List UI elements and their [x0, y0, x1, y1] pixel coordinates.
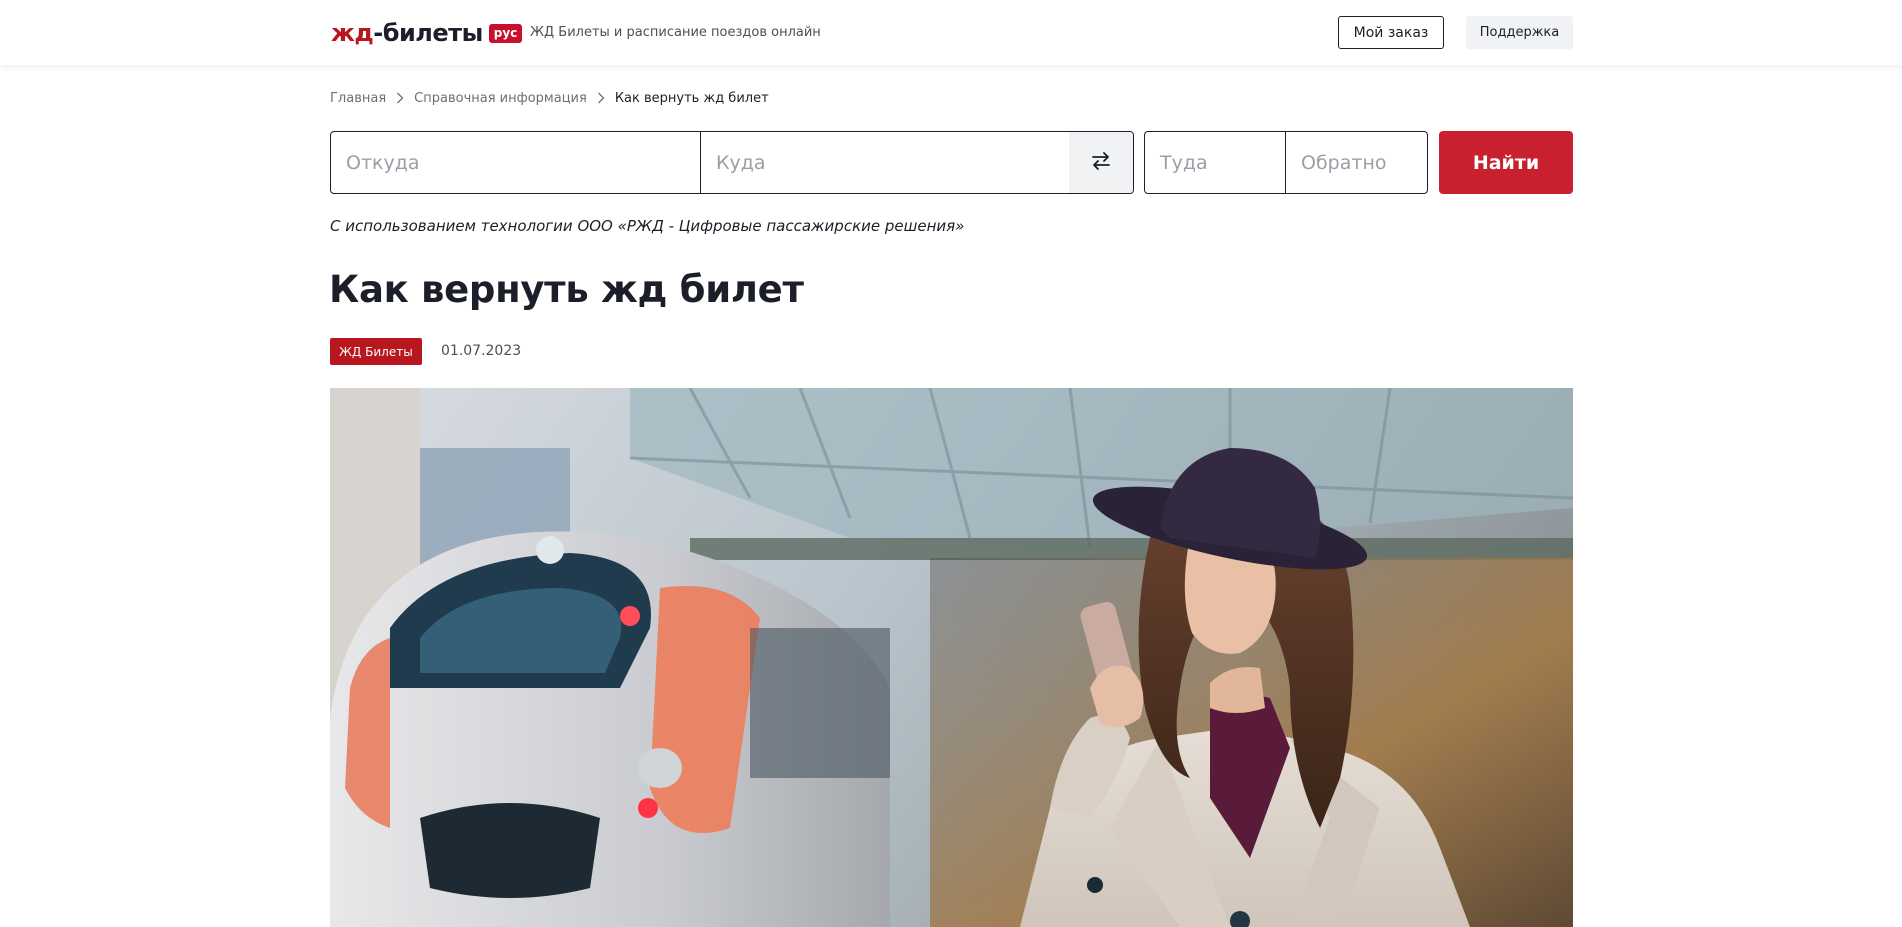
departure-date-input[interactable]: Туда	[1144, 131, 1286, 194]
site-logo[interactable]: жд -билеты рус	[331, 17, 523, 49]
logo-text-red: жд	[331, 19, 374, 47]
technology-note: С использованием технологии ООО «РЖД - Ц…	[330, 217, 965, 235]
chevron-right-icon	[386, 92, 414, 104]
breadcrumb: Главная Справочная информация Как вернут…	[330, 89, 769, 107]
site-header: жд -билеты рус ЖД Билеты и расписание по…	[0, 0, 1902, 65]
page-title: Как вернуть жд билет	[329, 268, 804, 311]
train-station-illustration	[330, 388, 1573, 927]
chevron-right-icon	[587, 92, 615, 104]
category-tag[interactable]: ЖД Билеты	[330, 338, 422, 365]
return-date-input[interactable]: Обратно	[1285, 131, 1428, 194]
breadcrumb-current: Как вернуть жд билет	[614, 90, 769, 106]
swap-arrows-icon	[1090, 150, 1112, 176]
find-button[interactable]: Найти	[1439, 131, 1573, 194]
support-button[interactable]: Поддержка	[1466, 16, 1573, 49]
publish-date: 01.07.2023	[441, 343, 522, 359]
site-tagline: ЖД Билеты и расписание поездов онлайн	[530, 25, 821, 40]
logo-text-dark: -билеты	[373, 19, 483, 47]
breadcrumb-home-link[interactable]: Главная	[330, 91, 386, 106]
swap-stations-button[interactable]	[1069, 132, 1133, 193]
hero-image	[330, 388, 1573, 927]
my-order-button[interactable]: Мой заказ	[1338, 16, 1444, 49]
from-station-input[interactable]: Откуда	[330, 131, 701, 194]
logo-language-badge: рус	[488, 23, 523, 43]
breadcrumb-info-link[interactable]: Справочная информация	[414, 91, 587, 106]
